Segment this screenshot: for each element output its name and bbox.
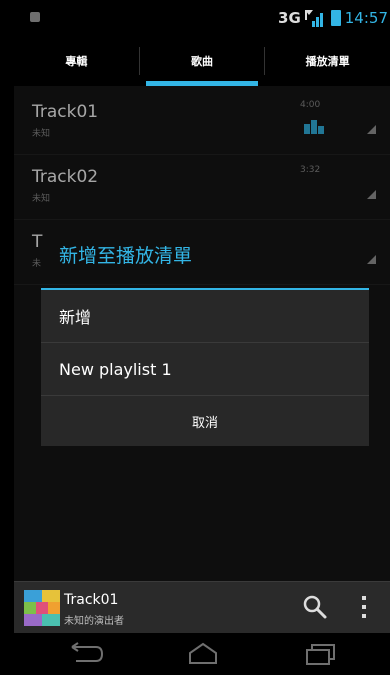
navigation-bar [14,633,390,675]
tab-playlists[interactable]: 播放清單 [265,36,390,86]
now-playing-artist: 未知的演出者 [64,616,124,627]
tab-songs[interactable]: 歌曲 [140,36,265,86]
back-icon[interactable] [70,641,104,667]
new-playlist-option[interactable]: 新增 [41,290,369,343]
search-icon[interactable] [302,594,328,620]
signal-icon [304,9,327,27]
album-art-icon [24,590,60,626]
notification-icon [30,12,40,22]
overflow-menu-icon[interactable] [354,594,374,620]
now-playing-title: Track01 [64,592,119,608]
now-playing-bar[interactable]: Track01 未知的演出者 [14,581,390,634]
clock: 14:57 [344,9,388,27]
cancel-button[interactable]: 取消 [41,395,369,446]
playlist-option[interactable]: New playlist 1 [41,343,369,395]
tab-albums[interactable]: 專輯 [14,36,139,86]
library-tabs: 專輯 歌曲 播放清單 [14,36,390,86]
dialog-title: 新增至播放清單 [59,245,193,267]
recent-apps-icon[interactable] [304,641,338,667]
battery-icon [330,10,341,26]
music-app-screen: 3G 14:57 專輯 歌曲 播放清單 Track01 未知 4:00 Trac… [14,0,390,675]
add-to-playlist-dialog: 新增 New playlist 1 取消 [41,290,369,446]
status-bar: 3G 14:57 [14,0,390,36]
network-type: 3G [278,9,301,27]
home-icon[interactable] [186,641,220,667]
